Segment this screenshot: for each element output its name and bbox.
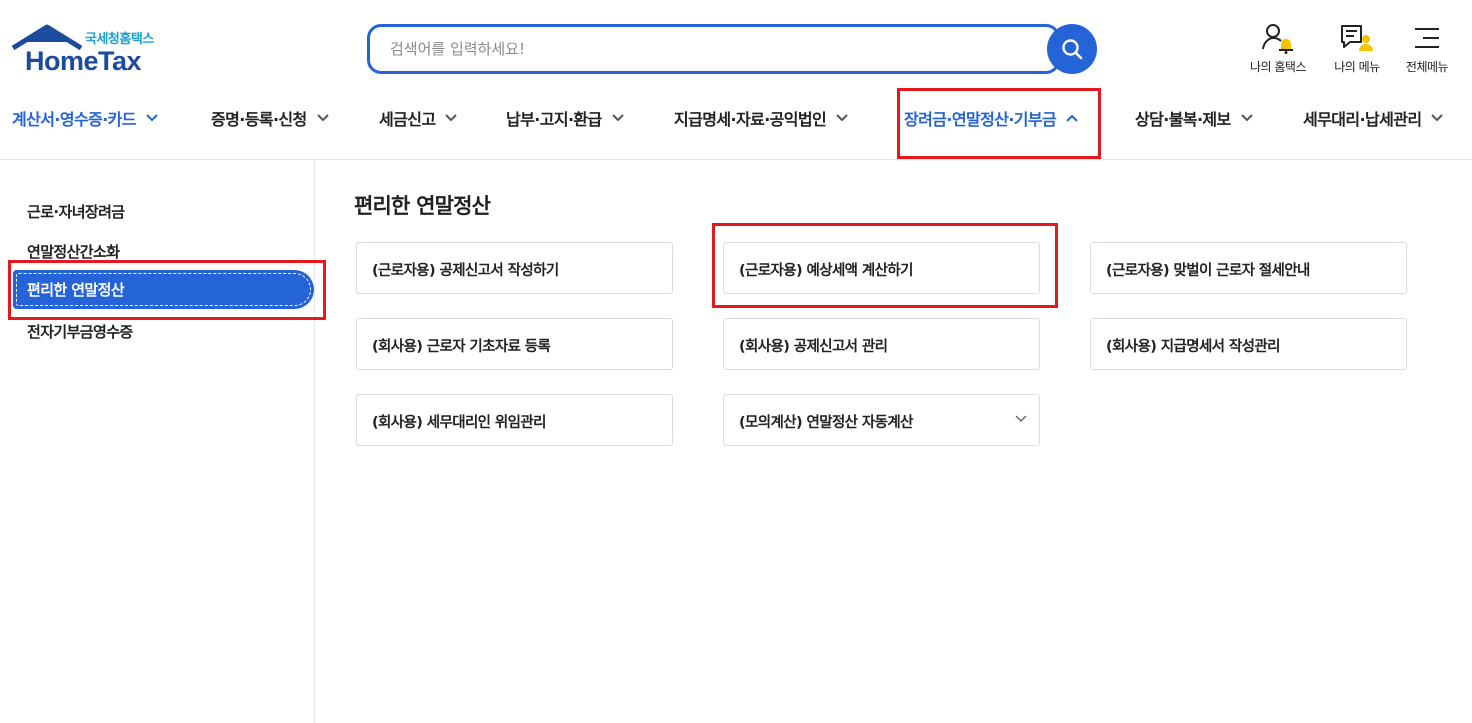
my-menu-icon (1341, 25, 1373, 51)
my-menu-label: 나의 메뉴 (1334, 60, 1380, 74)
gnb-item-tax-agent[interactable]: 세무대리·납세관리 (1303, 106, 1444, 130)
my-hometax-icon (1262, 24, 1293, 54)
my-menu-button[interactable]: 나의 메뉴 (1322, 22, 1392, 78)
gnb-item-receipts-cards[interactable]: 계산서·영수증·카드 (12, 106, 158, 130)
gnb-item-label: 계산서·영수증·카드 (12, 110, 137, 129)
card-label: (근로자용) 예상세액 계산하기 (739, 263, 913, 279)
card-label: (회사용) 세무대리인 위임관리 (372, 415, 546, 431)
search-input[interactable] (390, 37, 1030, 61)
hometax-logo[interactable]: 국세청홈택스 HomeTax (11, 24, 171, 76)
search-icon (1062, 39, 1083, 60)
logo-english-text: HomeTax (25, 46, 142, 76)
card-employee-deduction-form[interactable]: (근로자용) 공제신고서 작성하기 (356, 242, 673, 294)
chevron-down-icon (445, 114, 458, 122)
my-hometax-label: 나의 홈택스 (1249, 60, 1307, 74)
chevron-down-icon (1431, 114, 1444, 122)
search-button[interactable] (1047, 24, 1097, 74)
card-mock-auto-calculation[interactable]: (모의계산) 연말정산 자동계산 (723, 394, 1040, 446)
gnb-item-tax-filing[interactable]: 세금신고 (379, 106, 458, 130)
card-employee-estimated-tax[interactable]: (근로자용) 예상세액 계산하기 (723, 242, 1040, 294)
chevron-down-icon (146, 114, 158, 122)
card-label: (회사용) 지급명세서 작성관리 (1106, 339, 1280, 355)
logo-korean-text: 국세청홈택스 (85, 32, 154, 47)
search-box (367, 24, 1060, 74)
sidebar-item-simplified-settlement[interactable]: 연말정산간소화 (27, 241, 120, 262)
card-label: (회사용) 공제신고서 관리 (739, 339, 888, 355)
my-hometax-button[interactable]: 나의 홈택스 (1243, 22, 1313, 78)
gnb-item-payment-refund[interactable]: 납부·고지·환급 (506, 106, 624, 130)
sidebar-item-earned-income-credit[interactable]: 근로·자녀장려금 (27, 201, 125, 222)
chevron-down-icon (1015, 415, 1027, 422)
gnb-item-consultation[interactable]: 상담·불복·제보 (1135, 106, 1253, 130)
chevron-down-icon (1240, 114, 1253, 122)
sidebar-item-donation-receipt[interactable]: 전자기부금영수증 (27, 321, 133, 342)
page-title: 편리한 연말정산 (354, 194, 491, 218)
gnb-item-label: 증명·등록·신청 (211, 110, 307, 129)
gnb-item-year-end-settlement[interactable]: 장려금·연말정산·기부금 (904, 106, 1078, 130)
gnb-item-label: 장려금·연말정산·기부금 (904, 110, 1057, 129)
sidebar: 근로·자녀장려금 연말정산간소화 편리한 연말정산 전자기부금영수증 (0, 160, 315, 723)
header: 국세청홈택스 HomeTax 나의 홈택스 (0, 0, 1472, 92)
card-label: (모의계산) 연말정산 자동계산 (739, 415, 913, 431)
card-company-payment-statement[interactable]: (회사용) 지급명세서 작성관리 (1090, 318, 1407, 370)
full-menu-button[interactable]: 전체메뉴 (1392, 22, 1462, 78)
gnb-item-label: 세금신고 (379, 110, 436, 129)
gnb-item-certification[interactable]: 증명·등록·신청 (211, 106, 329, 130)
full-menu-label: 전체메뉴 (1405, 60, 1449, 74)
gnb-item-label: 상담·불복·제보 (1135, 110, 1231, 129)
gnb-item-label: 납부·고지·환급 (506, 110, 602, 129)
chevron-down-icon (611, 114, 624, 122)
chevron-down-icon (316, 114, 329, 122)
card-label: (근로자용) 공제신고서 작성하기 (372, 263, 559, 279)
chevron-down-icon (836, 114, 848, 122)
gnb-item-label: 지급명세·자료·공익법인 (674, 110, 827, 129)
gnb-item-payment-statements[interactable]: 지급명세·자료·공익법인 (674, 106, 848, 130)
sidebar-item-convenient-settlement[interactable]: 편리한 연말정산 (13, 270, 314, 309)
hamburger-menu-icon (1415, 28, 1439, 48)
card-dual-income-tax-tips[interactable]: (근로자용) 맞벌이 근로자 절세안내 (1090, 242, 1407, 294)
sidebar-item-label: 편리한 연말정산 (27, 281, 125, 299)
card-label: (회사용) 근로자 기초자료 등록 (372, 339, 551, 355)
card-company-employee-data[interactable]: (회사용) 근로자 기초자료 등록 (356, 318, 673, 370)
global-navigation: 계산서·영수증·카드 증명·등록·신청 세금신고 납부·고지·환급 지급명세·자… (0, 92, 1472, 160)
chevron-up-icon (1066, 114, 1078, 122)
card-company-deduction-management[interactable]: (회사용) 공제신고서 관리 (723, 318, 1040, 370)
card-label: (근로자용) 맞벌이 근로자 절세안내 (1106, 263, 1310, 279)
card-company-tax-agent-delegation[interactable]: (회사용) 세무대리인 위임관리 (356, 394, 673, 446)
gnb-item-label: 세무대리·납세관리 (1303, 110, 1422, 129)
